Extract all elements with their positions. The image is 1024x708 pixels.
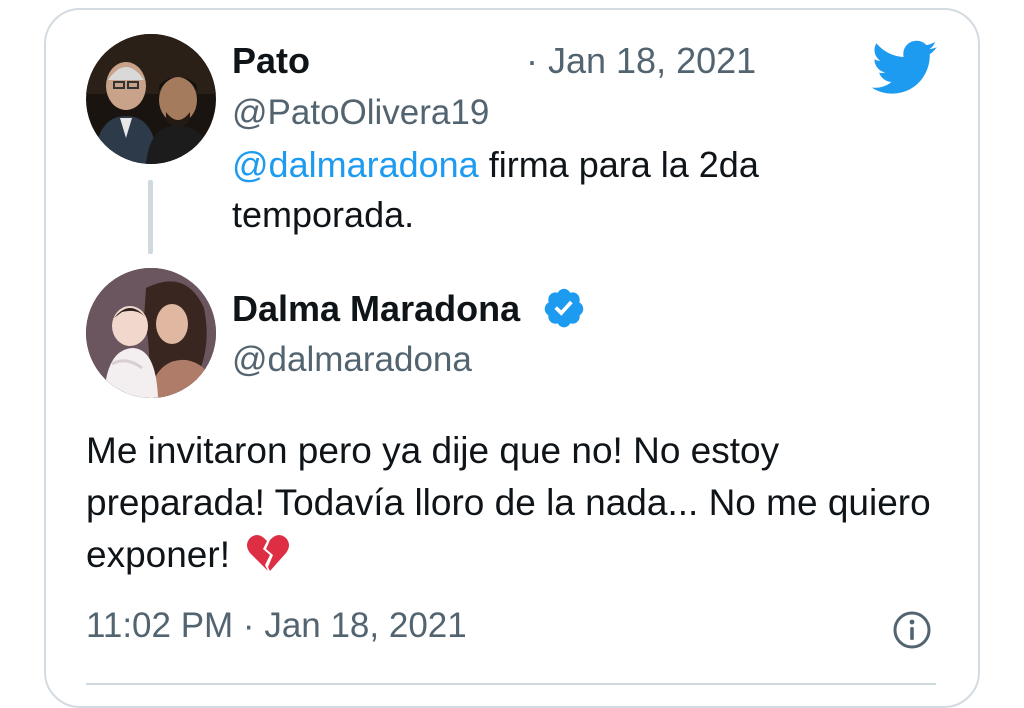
reply-author-handle[interactable]: @PatoOlivera19 (232, 93, 489, 133)
broken-heart-icon (247, 535, 290, 571)
reply-tweet-text: @dalmaradona firma para la 2da temporada… (232, 140, 872, 240)
verified-badge-icon (544, 288, 584, 328)
pato-avatar[interactable] (86, 34, 216, 164)
main-body-text: Me invitaron pero ya dije que no! No est… (86, 430, 931, 575)
tweet-timestamp[interactable]: 11:02 PM · Jan 18, 2021 (86, 606, 467, 646)
main-tweet-text: Me invitaron pero ya dije que no! No est… (86, 425, 946, 581)
card-divider (86, 683, 936, 685)
info-icon[interactable] (892, 610, 932, 650)
reply-mention-link[interactable]: @dalmaradona (232, 144, 479, 185)
reply-author-name[interactable]: Pato (232, 40, 310, 82)
twitter-bird-icon[interactable] (872, 40, 938, 96)
main-author-name[interactable]: Dalma Maradona (232, 288, 520, 330)
reply-date[interactable]: · Jan 18, 2021 (526, 40, 756, 82)
thread-connector-line (148, 180, 153, 254)
main-author-handle[interactable]: @dalmaradona (232, 340, 472, 380)
dalma-avatar[interactable] (86, 268, 216, 398)
